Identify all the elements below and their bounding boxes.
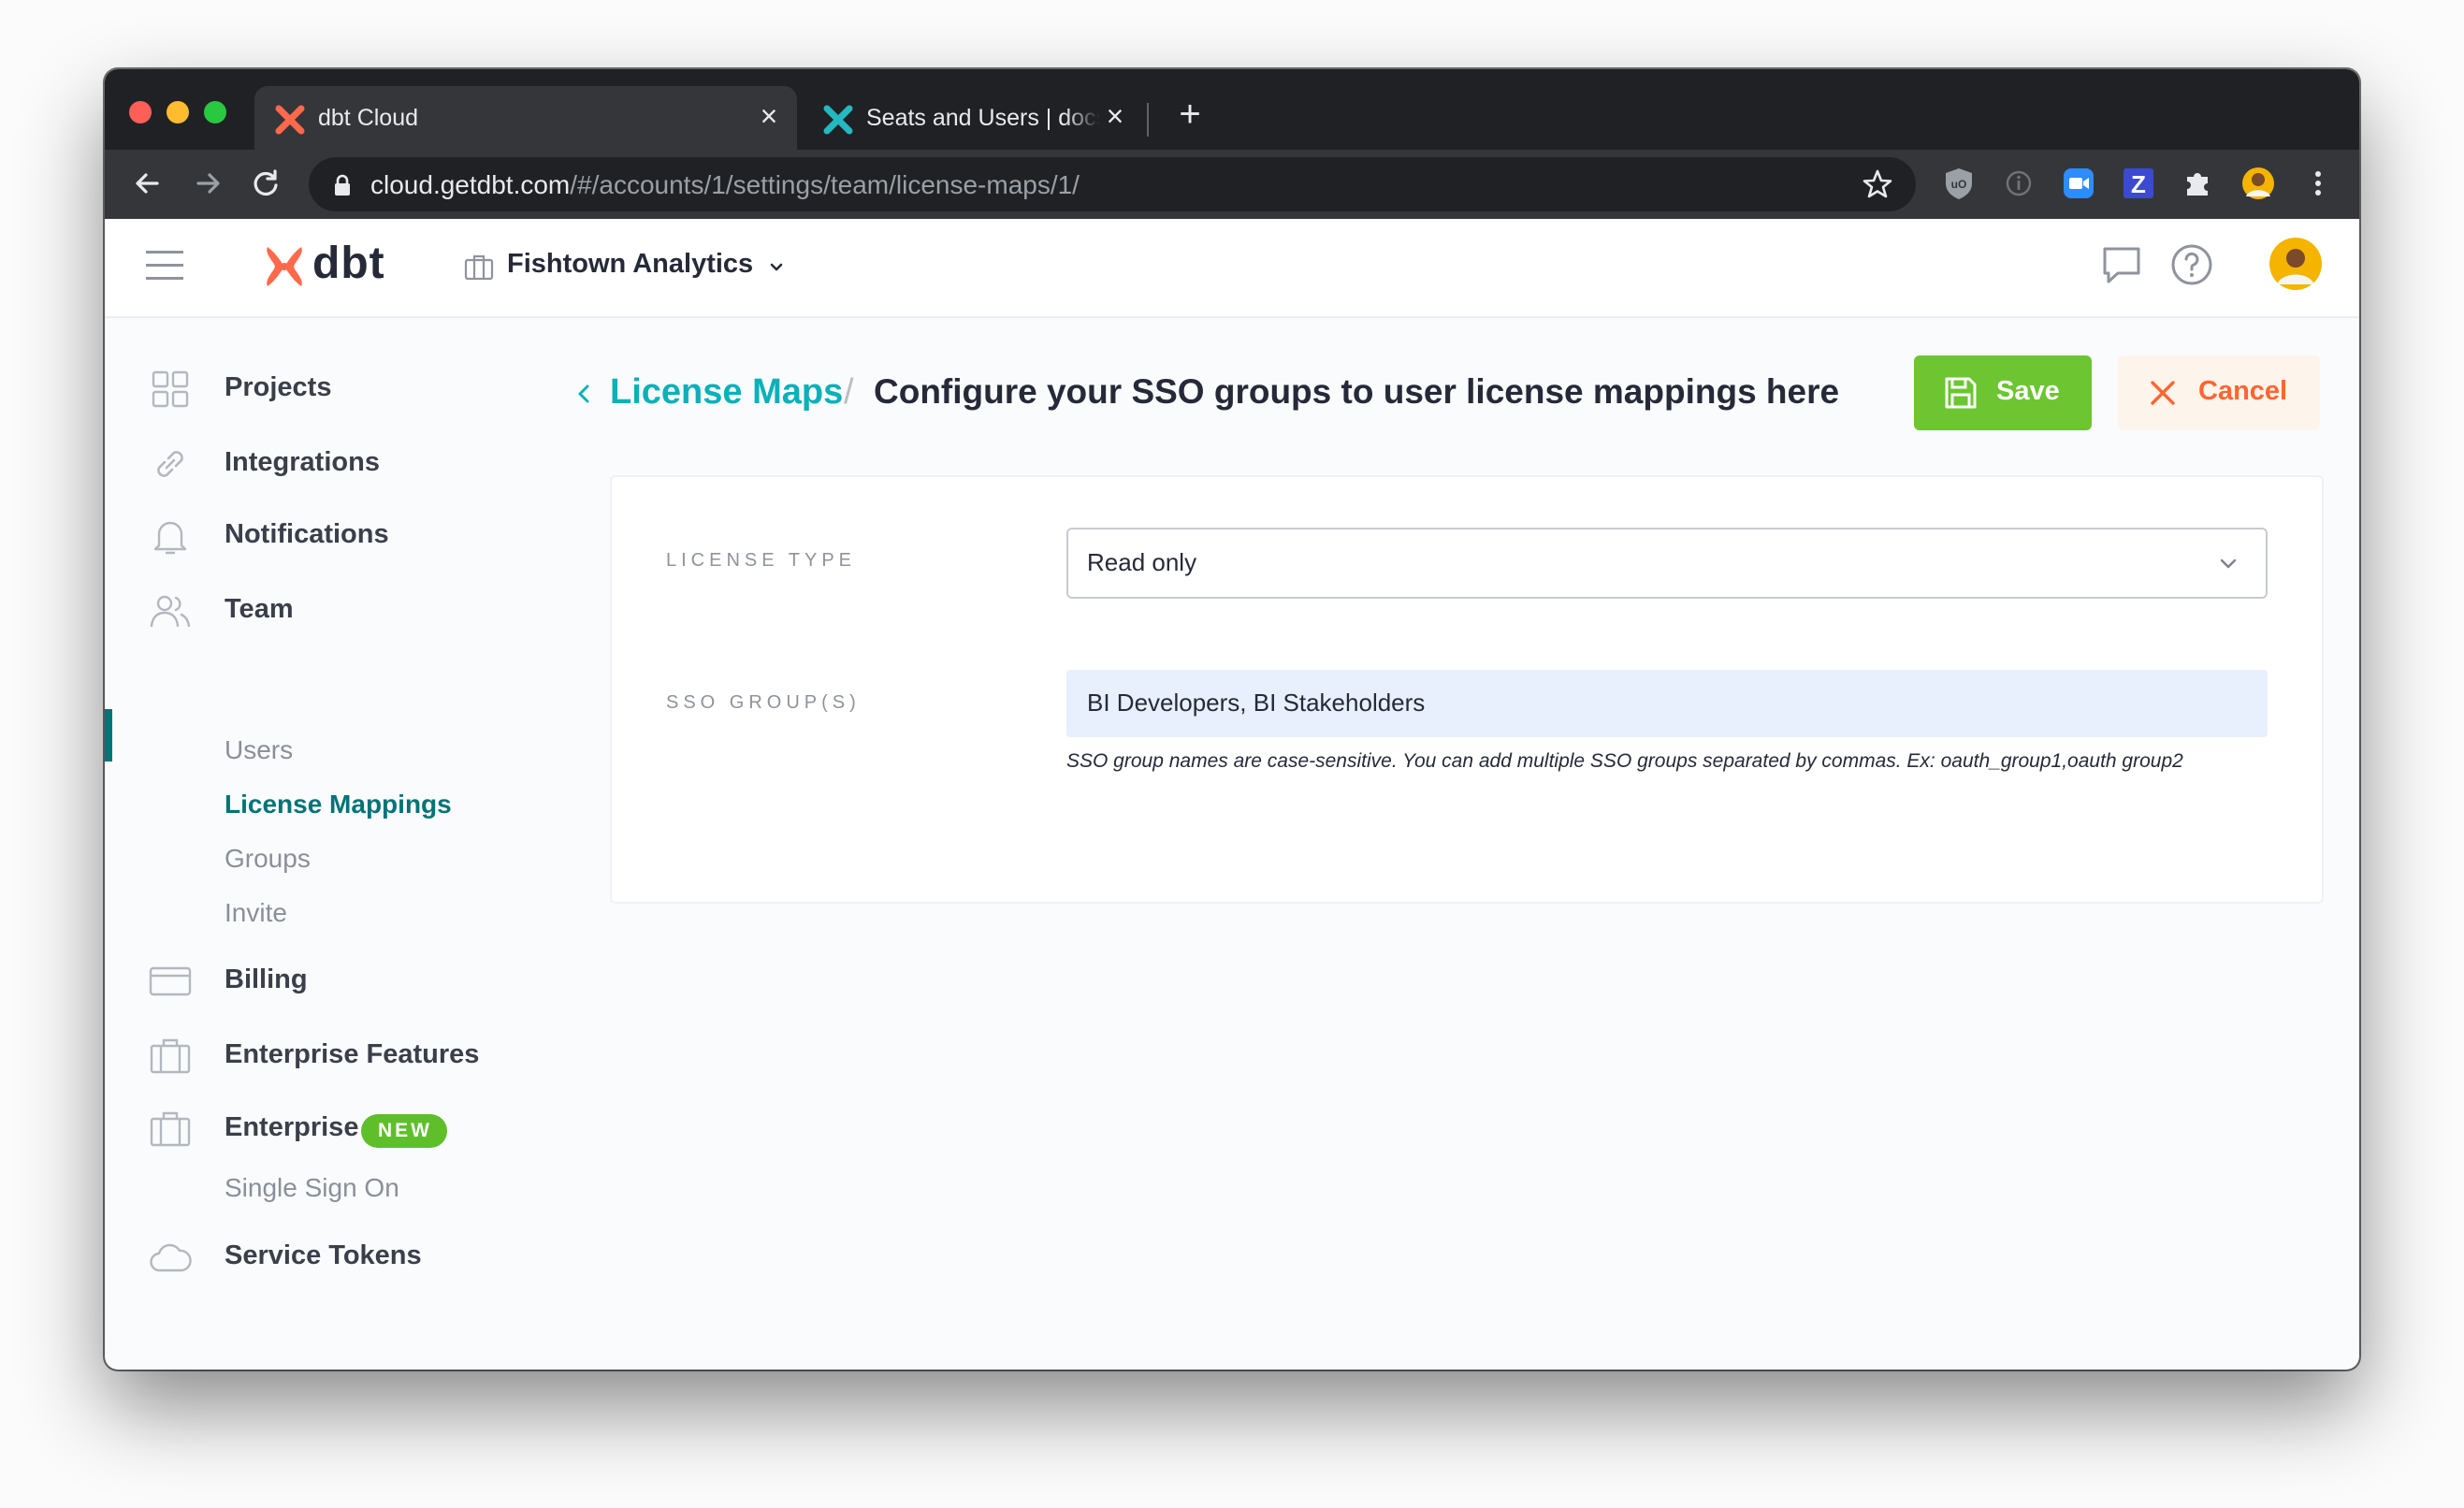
license-type-select[interactable]: Read only — [1066, 528, 2268, 599]
brand-name[interactable]: dbt — [312, 238, 385, 289]
svg-text:uO: uO — [1951, 178, 1967, 191]
cancel-button[interactable]: Cancel — [2118, 355, 2320, 430]
save-button-label: Save — [1996, 376, 2060, 406]
tab-title: dbt Cloud — [318, 105, 419, 131]
menu-icon[interactable] — [144, 247, 185, 284]
sidebar-item-label: Billing — [225, 964, 308, 994]
url-host: cloud.getdbt.com — [370, 170, 571, 199]
tab-title: Seats and Users | docs.getdbt.com — [866, 105, 1100, 131]
sidebar-item-label: Service Tokens — [225, 1240, 422, 1270]
close-tab-icon[interactable]: × — [752, 99, 786, 133]
address-bar[interactable]: cloud.getdbt.com/#/accounts/1/settings/t… — [309, 157, 1916, 211]
sidebar-subitem-users[interactable]: Users — [225, 735, 293, 765]
browser-profile-avatar[interactable] — [2238, 163, 2279, 204]
license-type-value: Read only — [1087, 548, 1197, 576]
chevron-down-icon — [2220, 558, 2237, 569]
url-text: cloud.getdbt.com/#/accounts/1/settings/t… — [370, 170, 1080, 200]
browser-toolbar: cloud.getdbt.com/#/accounts/1/settings/t… — [105, 150, 2359, 221]
svg-text:Z: Z — [2131, 170, 2146, 198]
tab-divider — [1147, 103, 1149, 137]
close-tab-icon[interactable]: × — [1098, 99, 1132, 133]
dbt-logo-icon[interactable] — [262, 243, 307, 290]
info-extension-icon[interactable] — [1998, 163, 2039, 204]
sidebar-item-service-tokens[interactable]: Service Tokens — [105, 1229, 498, 1282]
sidebar-item-label: Integrations — [225, 447, 380, 477]
sso-groups-help-text: SSO group names are case-sensitive. You … — [1066, 750, 2183, 772]
breadcrumb-license-maps[interactable]: License Maps — [610, 372, 843, 413]
reload-icon[interactable] — [245, 163, 286, 204]
sidebar-item-enterprise-features[interactable]: Enterprise Features — [105, 1028, 498, 1080]
org-switcher[interactable]: Fishtown Analytics — [507, 249, 753, 280]
sidebar-item-billing[interactable]: Billing — [105, 953, 498, 1006]
sidebar-item-notifications[interactable]: Notifications — [105, 508, 498, 560]
link-icon — [157, 451, 183, 477]
sidebar-item-projects[interactable]: Projects — [105, 361, 498, 413]
tab-dbt-cloud[interactable]: dbt Cloud × — [254, 86, 797, 150]
bell-icon — [153, 521, 187, 555]
cancel-button-label: Cancel — [2198, 376, 2288, 406]
help-icon[interactable] — [2168, 241, 2215, 288]
license-type-label: LICENSE TYPE — [666, 550, 857, 571]
sidebar-item-integrations[interactable]: Integrations — [105, 436, 498, 488]
active-nav-indicator — [105, 709, 112, 761]
sso-groups-input[interactable]: BI Developers, BI Stakeholders — [1066, 670, 2268, 737]
url-path: /#/accounts/1/settings/team/license-maps… — [570, 170, 1080, 199]
sidebar-item-label: Team — [225, 594, 294, 624]
sidebar-subitem-invite[interactable]: Invite — [225, 898, 287, 928]
new-badge: NEW — [361, 1114, 447, 1148]
briefcase-icon — [150, 1038, 191, 1074]
sso-groups-label: SSO GROUP(S) — [666, 692, 861, 713]
save-icon — [1945, 377, 1977, 409]
extensions-puzzle-icon[interactable] — [2178, 163, 2219, 204]
avatar[interactable] — [2268, 236, 2324, 292]
users-icon — [150, 595, 191, 628]
sso-groups-value: BI Developers, BI Stakeholders — [1087, 689, 1426, 717]
sidebar-item-label: Projects — [225, 372, 332, 402]
ublock-extension-icon[interactable]: uO — [1938, 163, 1979, 204]
back-icon[interactable] — [127, 163, 168, 204]
app-header: dbt Fishtown Analytics — [105, 219, 2359, 318]
briefcase-icon — [464, 254, 494, 281]
sidebar-subitem-groups[interactable]: Groups — [225, 844, 311, 874]
tab-docs[interactable]: Seats and Users | docs.getdbt.com × — [803, 86, 1139, 150]
bookmark-star-icon[interactable] — [1862, 168, 1893, 200]
new-tab-button[interactable]: + — [1169, 94, 1210, 135]
credit-card-icon — [149, 966, 192, 996]
forward-icon[interactable] — [187, 163, 228, 204]
browser-window: dbt Cloud × Seats and Users | docs.getdb… — [105, 69, 2359, 1370]
sidebar-item-label: Notifications — [225, 519, 389, 549]
dbt-favicon-icon — [275, 105, 305, 135]
sidebar-subitem-single-sign-on[interactable]: Single Sign On — [225, 1173, 399, 1203]
screenshot-stage: dbt Cloud × Seats and Users | docs.getdb… — [0, 0, 2464, 1508]
zoom-extension-icon[interactable] — [2058, 163, 2099, 204]
breadcrumb-separator: / — [844, 372, 854, 412]
close-window-button[interactable] — [129, 101, 152, 123]
close-icon — [2151, 381, 2175, 405]
browser-menu-icon[interactable] — [2297, 163, 2339, 204]
save-button[interactable]: Save — [1914, 355, 2092, 430]
minimize-window-button[interactable] — [167, 101, 189, 123]
sidebar-item-enterprise[interactable]: Enterprise NEW — [105, 1101, 498, 1153]
sidebar-item-team[interactable]: Team — [105, 583, 498, 635]
grid-icon — [152, 370, 189, 408]
lock-icon — [335, 174, 350, 196]
sidebar-item-label: Enterprise Features — [225, 1039, 480, 1069]
cloud-icon — [150, 1243, 192, 1272]
briefcase-icon — [150, 1111, 191, 1147]
sidebar-subitem-license-mappings[interactable]: License Mappings — [225, 790, 452, 819]
sidebar-item-label: Enterprise — [225, 1112, 359, 1142]
tab-strip: dbt Cloud × Seats and Users | docs.getdb… — [105, 69, 2359, 150]
page-title: Configure your SSO groups to user licens… — [874, 372, 1840, 411]
docs-favicon-icon — [823, 105, 853, 135]
z-extension-icon[interactable]: Z — [2118, 163, 2159, 204]
chat-icon[interactable] — [2099, 243, 2144, 288]
chevron-left-icon[interactable] — [571, 378, 597, 410]
chevron-down-icon[interactable] — [767, 258, 786, 277]
zoom-window-button[interactable] — [204, 101, 226, 123]
